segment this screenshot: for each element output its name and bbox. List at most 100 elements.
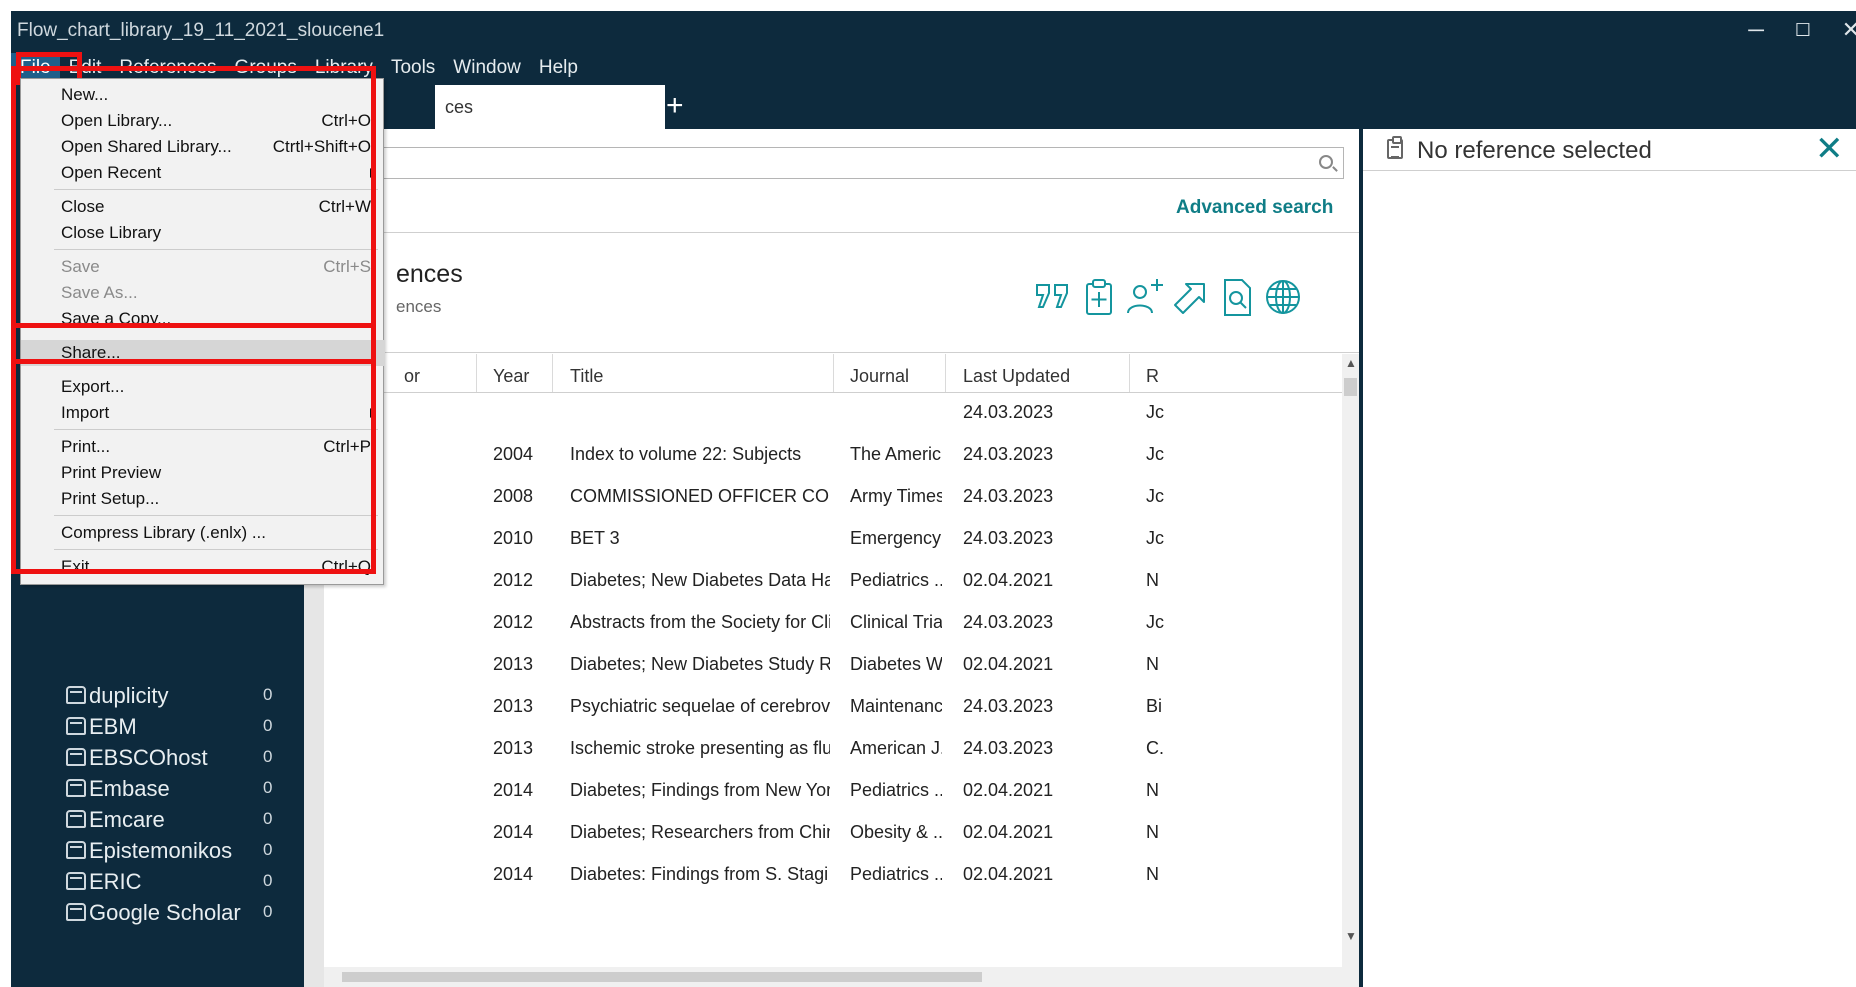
- table-row[interactable]: 2013 Ischemic stroke presenting as fluct…: [324, 728, 1344, 770]
- online-search-icon[interactable]: [1261, 275, 1305, 319]
- table-row[interactable]: 2013 Diabetes; New Diabetes Study Resul.…: [324, 644, 1344, 686]
- table-row[interactable]: 2014 Diabetes; Researchers from Chinese …: [324, 812, 1344, 854]
- reference-list-panel: Advanced search ences ences or Year Titl…: [324, 129, 1359, 987]
- cell-journal: Maintenanc...: [850, 696, 942, 716]
- search-input[interactable]: [344, 147, 1344, 179]
- scroll-up-icon[interactable]: ▲: [1345, 356, 1357, 370]
- table-row[interactable]: 2012 Diabetes; New Diabetes Data Have B.…: [324, 560, 1344, 602]
- menu-window[interactable]: Window: [444, 53, 530, 83]
- group-item[interactable]: EBSCOhost 0: [11, 743, 281, 773]
- library-tab[interactable]: ces: [435, 85, 665, 129]
- section-subtitle: ences: [396, 297, 442, 316]
- cell-title: Diabetes; New Diabetes Study Resul...: [570, 654, 830, 674]
- cell-reference-type: N: [1146, 570, 1159, 590]
- group-name: Google Scholar: [89, 900, 241, 925]
- cell-year: 2004: [493, 444, 534, 464]
- table-row[interactable]: 2008 COMMISSIONED OFFICER CODES Army Tim…: [324, 476, 1344, 518]
- scroll-thumb[interactable]: [1344, 378, 1357, 396]
- cell-reference-type: N: [1146, 864, 1159, 884]
- group-item[interactable]: EBM 0: [11, 712, 281, 742]
- group-item[interactable]: Embase 0: [11, 774, 281, 804]
- column-separator[interactable]: [552, 354, 553, 392]
- cell-journal: Pediatrics ...: [850, 864, 942, 884]
- group-item[interactable]: duplicity 0: [11, 681, 281, 711]
- export-icon[interactable]: [1169, 275, 1213, 319]
- cell-last-updated: 02.04.2021: [963, 570, 1054, 590]
- menu-help[interactable]: Help: [530, 53, 587, 83]
- cell-last-updated: 24.03.2023: [963, 402, 1054, 422]
- column-header-year[interactable]: Year: [493, 366, 529, 387]
- find-fulltext-icon[interactable]: [1215, 275, 1259, 319]
- insert-citation-icon[interactable]: [1031, 275, 1075, 319]
- cell-last-updated: 02.04.2021: [963, 654, 1054, 674]
- cell-last-updated: 24.03.2023: [963, 486, 1054, 506]
- group-item[interactable]: ERIC 0: [11, 867, 281, 897]
- group-count: 0: [263, 871, 273, 890]
- cell-reference-type: Jc: [1146, 402, 1164, 422]
- cell-year: 2008: [493, 486, 534, 506]
- table-row[interactable]: 2013 Psychiatric sequelae of cerebrovasc…: [324, 686, 1344, 728]
- cell-journal: Obesity & ...: [850, 822, 942, 842]
- column-header-author[interactable]: or: [404, 366, 420, 387]
- cell-year: 2014: [493, 864, 534, 884]
- table-row[interactable]: 2004 Index to volume 22: Subjects The Am…: [324, 434, 1344, 476]
- cell-journal: Diabetes W...: [850, 654, 942, 674]
- cell-journal: Clinical Trials: [850, 612, 942, 632]
- column-header-reference-type[interactable]: R: [1146, 366, 1159, 387]
- share-user-icon[interactable]: [1123, 275, 1167, 319]
- group-count: 0: [263, 685, 273, 704]
- group-name: duplicity: [89, 683, 169, 708]
- cell-reference-type: N: [1146, 822, 1159, 842]
- group-icon: [66, 872, 86, 890]
- column-separator[interactable]: [833, 354, 834, 392]
- cell-journal: Pediatrics ...: [850, 780, 942, 800]
- maximize-button[interactable]: ☐: [1783, 13, 1823, 47]
- table-horizontal-scrollbar[interactable]: [324, 967, 1342, 987]
- table-row[interactable]: 2014 Diabetes; Findings from New York U.…: [324, 770, 1344, 812]
- cell-reference-type: Jc: [1146, 444, 1164, 464]
- group-item[interactable]: Epistemonikos 0: [11, 836, 281, 866]
- menu-tools[interactable]: Tools: [382, 53, 444, 83]
- group-count: 0: [263, 778, 273, 797]
- table-row[interactable]: 2010 BET 3 Emergency ... 24.03.2023 Jc: [324, 518, 1344, 560]
- table-row[interactable]: 2014 Diabetes: Findings from S. Stagi an…: [324, 854, 1344, 896]
- cell-last-updated: 02.04.2021: [963, 780, 1054, 800]
- highlight-box-lower: [11, 359, 376, 574]
- cell-title: COMMISSIONED OFFICER CODES: [570, 486, 830, 506]
- cell-last-updated: 24.03.2023: [963, 444, 1054, 464]
- scroll-down-icon[interactable]: ▼: [1345, 929, 1357, 943]
- column-header-title[interactable]: Title: [570, 366, 603, 387]
- close-window-button[interactable]: ✕: [1831, 13, 1856, 47]
- table-row[interactable]: 2012 Abstracts from the Society for Clin…: [324, 602, 1344, 644]
- cell-reference-type: C.: [1146, 738, 1164, 758]
- group-item[interactable]: Google Scholar 0: [11, 898, 281, 928]
- column-separator[interactable]: [945, 354, 946, 392]
- scroll-thumb[interactable]: [342, 972, 982, 982]
- cell-year: 2012: [493, 570, 534, 590]
- group-icon: [66, 748, 86, 766]
- cell-title: Diabetes; Researchers from Chinese ...: [570, 822, 830, 842]
- column-separator[interactable]: [476, 354, 477, 392]
- minimize-button[interactable]: ─: [1736, 13, 1776, 47]
- highlight-box-share: [11, 323, 376, 364]
- advanced-search-link[interactable]: Advanced search: [1176, 197, 1333, 219]
- cell-title: Diabetes: Findings from S. Stagi and ...: [570, 864, 830, 884]
- column-header-last-updated[interactable]: Last Updated: [963, 366, 1070, 387]
- group-count: 0: [263, 902, 273, 921]
- add-reference-icon[interactable]: [1077, 275, 1121, 319]
- column-header-journal[interactable]: Journal: [850, 366, 909, 387]
- group-icon: [66, 717, 86, 735]
- cell-last-updated: 24.03.2023: [963, 696, 1054, 716]
- search-icon[interactable]: [1319, 155, 1333, 169]
- cell-last-updated: 02.04.2021: [963, 864, 1054, 884]
- close-panel-icon[interactable]: ✕: [1815, 131, 1844, 167]
- group-item[interactable]: Emcare 0: [11, 805, 281, 835]
- table-row[interactable]: 24.03.2023 Jc: [324, 392, 1344, 434]
- divider: [324, 232, 1359, 233]
- column-separator[interactable]: [1129, 354, 1130, 392]
- add-tab-button[interactable]: +: [666, 89, 684, 123]
- cell-year: 2013: [493, 654, 534, 674]
- table-vertical-scrollbar[interactable]: ▲ ▼: [1342, 354, 1359, 987]
- cell-title: Diabetes; Findings from New York U...: [570, 780, 830, 800]
- cell-last-updated: 02.04.2021: [963, 822, 1054, 842]
